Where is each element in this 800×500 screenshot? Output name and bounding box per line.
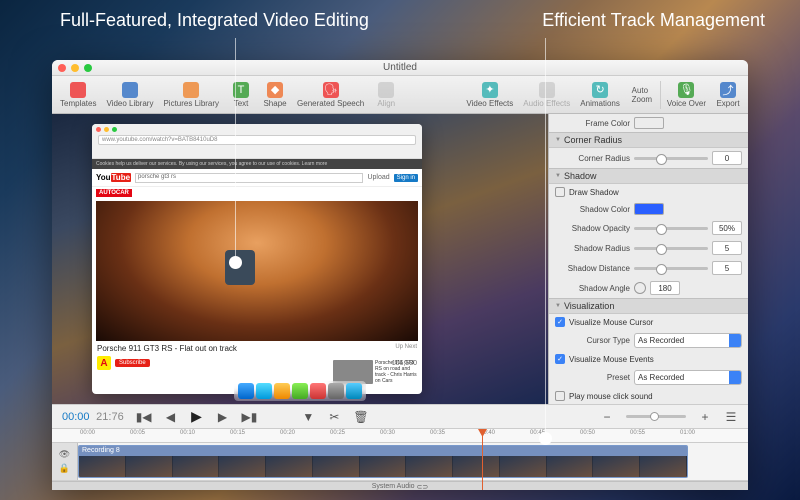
- zoom-out-button[interactable]: −: [600, 410, 614, 424]
- audio-track[interactable]: System Audio ⊂⊃: [52, 481, 748, 490]
- list-view-button[interactable]: ☰: [724, 410, 738, 424]
- viz-events-checkbox[interactable]: ✓: [555, 354, 565, 364]
- titlebar: Untitled: [52, 60, 748, 76]
- callout-right: Efficient Track Management: [542, 10, 765, 31]
- play-button[interactable]: ▶: [190, 408, 204, 425]
- align-button[interactable]: Align: [370, 80, 402, 110]
- window-title: Untitled: [52, 62, 748, 73]
- frame-color-swatch[interactable]: [634, 117, 664, 129]
- upload-link: Upload: [367, 174, 389, 181]
- shadow-section[interactable]: Shadow: [549, 168, 748, 184]
- shadow-opacity-slider[interactable]: [634, 227, 708, 230]
- channel-icon: A: [97, 356, 111, 370]
- corner-radius-section[interactable]: Corner Radius: [549, 132, 748, 148]
- callout-line: [235, 38, 236, 260]
- zoom-slider[interactable]: [626, 415, 686, 418]
- shadow-opacity-field[interactable]: 50%: [712, 221, 742, 235]
- shadow-radius-field[interactable]: 5: [712, 241, 742, 255]
- shadow-distance-slider[interactable]: [634, 267, 708, 270]
- shadow-angle-field[interactable]: 180: [650, 281, 680, 295]
- text-button[interactable]: TText: [225, 80, 257, 110]
- video-player: [96, 201, 418, 341]
- cookie-banner: Cookies help us deliver our services. By…: [92, 159, 422, 169]
- signin-button: Sign in: [394, 174, 418, 182]
- viz-cursor-checkbox[interactable]: ✓: [555, 317, 565, 327]
- subscribe-button: Subscribe: [115, 359, 150, 367]
- shadow-radius-slider[interactable]: [634, 247, 708, 250]
- preset-select[interactable]: As Recorded: [634, 370, 742, 385]
- playback-controls: 00:00 21:76 ▮◀ ◀ ▶ ▶ ▶▮ ▼ ✂ 🗑 − + ☰: [52, 404, 748, 428]
- lock-icon[interactable]: 🔒: [59, 463, 70, 474]
- callout-dot: [539, 432, 552, 445]
- playhead[interactable]: [482, 429, 483, 490]
- skip-end-button[interactable]: ▶▮: [242, 410, 258, 424]
- skip-start-button[interactable]: ▮◀: [136, 410, 152, 424]
- audio-effects-button[interactable]: Audio Effects: [519, 80, 574, 110]
- auto-zoom-button[interactable]: Auto Zoom: [626, 84, 658, 106]
- split-button[interactable]: ✂: [327, 410, 341, 424]
- video-effects-button[interactable]: ✦Video Effects: [462, 80, 517, 110]
- canvas-area[interactable]: www.youtube.com/watch?v=BATB8410uD8 Cook…: [52, 114, 548, 404]
- corner-radius-field[interactable]: 0: [712, 151, 742, 165]
- shadow-distance-field[interactable]: 5: [712, 261, 742, 275]
- youtube-search-input: porsche gt3 rs: [135, 173, 363, 183]
- timeline[interactable]: 00:0000:0500:1000:1500:2000:2500:3000:35…: [52, 428, 748, 490]
- total-time: 21:76: [96, 411, 124, 423]
- cursor-type-select[interactable]: As Recorded: [634, 333, 742, 348]
- visualization-section[interactable]: Visualization: [549, 298, 748, 314]
- export-button[interactable]: ⤴Export: [712, 80, 744, 110]
- macos-dock: [234, 381, 366, 401]
- clip-recording-8[interactable]: Recording 8: [78, 445, 688, 478]
- inspector-panel: Frame Color Corner Radius Corner Radius0…: [548, 114, 748, 404]
- voice-over-button[interactable]: 🎙Voice Over: [663, 80, 710, 110]
- draw-shadow-checkbox[interactable]: [555, 187, 565, 197]
- animations-button[interactable]: ↻Animations: [576, 80, 624, 110]
- marker-button[interactable]: ▼: [301, 410, 315, 424]
- address-bar: www.youtube.com/watch?v=BATB8410uD8: [98, 135, 416, 145]
- shape-button[interactable]: ◆Shape: [259, 80, 291, 110]
- shadow-color-swatch[interactable]: [634, 203, 664, 215]
- video-track[interactable]: 👁 🔒 Recording 8: [52, 443, 748, 481]
- autocar-badge: AUTOCAR: [96, 189, 132, 197]
- angle-dial[interactable]: [634, 282, 646, 294]
- timeline-ruler[interactable]: 00:0000:0500:1000:1500:2000:2500:3000:35…: [52, 429, 748, 443]
- callout-dot: [229, 256, 242, 269]
- corner-radius-slider[interactable]: [634, 157, 708, 160]
- video-title: Porsche 911 GT3 RS - Flat out on track: [97, 344, 237, 353]
- generated-speech-button[interactable]: 🗣Generated Speech: [293, 80, 368, 110]
- delete-button[interactable]: 🗑: [353, 410, 368, 424]
- templates-button[interactable]: Templates: [56, 80, 100, 110]
- prev-frame-button[interactable]: ◀: [164, 410, 178, 424]
- up-next-label: Up Next: [395, 344, 417, 353]
- eye-icon[interactable]: 👁: [59, 449, 70, 460]
- current-time: 00:00: [62, 411, 90, 423]
- zoom-in-button[interactable]: +: [698, 410, 712, 424]
- safari-window-preview: www.youtube.com/watch?v=BATB8410uD8 Cook…: [92, 124, 422, 394]
- callout-left: Full-Featured, Integrated Video Editing: [60, 10, 369, 31]
- callout-line: [545, 38, 546, 436]
- app-window: Untitled Templates Video Library Picture…: [52, 60, 748, 490]
- toolbar: Templates Video Library Pictures Library…: [52, 76, 748, 114]
- frame-color-label: Frame Color: [555, 119, 630, 128]
- pictures-library-button[interactable]: Pictures Library: [159, 80, 223, 110]
- next-frame-button[interactable]: ▶: [216, 410, 230, 424]
- youtube-logo: YouTube: [96, 173, 131, 182]
- video-library-button[interactable]: Video Library: [102, 80, 157, 110]
- play-sound-checkbox[interactable]: [555, 391, 565, 401]
